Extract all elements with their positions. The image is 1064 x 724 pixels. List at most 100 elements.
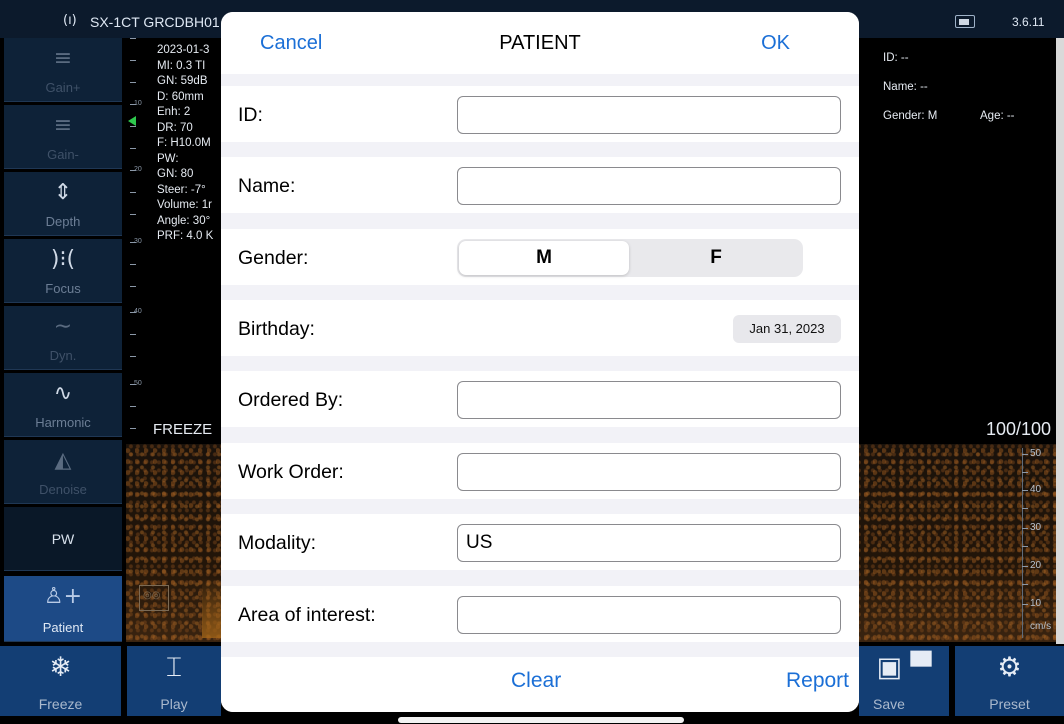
gain-minus-icon: ≡ xyxy=(53,113,73,138)
work-order-input[interactable] xyxy=(457,453,841,491)
velocity-tick-label: 40 xyxy=(1030,484,1042,495)
gender-m-option[interactable]: M xyxy=(459,241,629,275)
dyn-button[interactable]: ∼ Dyn. xyxy=(4,306,122,370)
scroll-track[interactable] xyxy=(1056,38,1064,644)
focus-button[interactable]: )⁝( Focus xyxy=(4,239,122,303)
save-icon: ▣ ▀ xyxy=(876,652,932,683)
gain-plus-button[interactable]: ≡ Gain+ xyxy=(4,38,122,102)
depth-tick-label: 40 xyxy=(134,308,142,315)
depth-icon: ⇕ xyxy=(53,180,73,205)
sample-volume-icon xyxy=(139,585,169,611)
wifi-icon: (ı) xyxy=(63,13,77,28)
work-order-row: Work Order: xyxy=(221,443,859,499)
harmonic-icon: ∿ xyxy=(53,381,73,406)
pw-label: PW xyxy=(51,531,75,547)
focus-icon: )⁝( xyxy=(50,247,76,272)
depth-tick-label: 20 xyxy=(134,166,142,173)
param-line: Steer: -7° xyxy=(157,183,206,196)
clear-button[interactable]: Clear xyxy=(511,669,561,693)
area-of-interest-label: Area of interest: xyxy=(238,604,376,626)
info-id: ID: -- xyxy=(883,52,909,64)
param-line: PW: xyxy=(157,152,179,165)
device-name: SX-1CT GRCDBH01 xyxy=(90,14,220,30)
id-input[interactable] xyxy=(457,96,841,134)
area-of-interest-input[interactable] xyxy=(457,596,841,634)
gender-segmented-control: M F xyxy=(457,239,803,277)
gain-plus-icon: ≡ xyxy=(53,46,73,71)
report-button[interactable]: Report xyxy=(786,669,849,693)
preset-button-label: Preset xyxy=(989,696,1030,712)
patient-icon: ♙+ xyxy=(43,584,83,609)
param-line: GN: 59dB xyxy=(157,75,208,87)
save-button[interactable]: ▣ ▀ Save xyxy=(859,646,949,716)
harmonic-label: Harmonic xyxy=(35,415,91,430)
play-button-label: Play xyxy=(160,696,188,712)
velocity-scale: 50 40 30 20 10 cm/s xyxy=(1018,448,1058,643)
snowflake-icon: ❄ xyxy=(49,652,72,683)
gear-icon: ⚙ xyxy=(997,652,1022,683)
depth-tick-label: 50 xyxy=(134,380,142,387)
focus-marker xyxy=(128,116,136,126)
ok-button[interactable]: OK xyxy=(761,32,790,55)
info-gender: Gender: M xyxy=(883,110,938,122)
gender-f-option[interactable]: F xyxy=(631,241,801,275)
harmonic-button[interactable]: ∿ Harmonic xyxy=(4,373,122,437)
depth-tick-label: 30 xyxy=(134,238,142,245)
depth-tick-label: 10 xyxy=(134,100,142,107)
velocity-unit: cm/s xyxy=(1030,621,1052,632)
save-button-label: Save xyxy=(873,696,905,712)
pw-button[interactable]: PW xyxy=(4,507,122,571)
freeze-button[interactable]: ❄ Freeze xyxy=(0,646,121,716)
preset-button[interactable]: ⚙ Preset xyxy=(955,646,1064,716)
param-line: Enh: 2 xyxy=(157,106,191,118)
dialog-header: Cancel PATIENT OK xyxy=(221,12,859,74)
play-icon: ⌶ xyxy=(165,652,183,683)
image-parameters: 2023-01-3 MI: 0.3 TI GN: 59dB D: 60mm En… xyxy=(157,43,227,245)
param-line: F: H10.0M xyxy=(157,137,211,149)
velocity-tick-label: 10 xyxy=(1030,598,1042,609)
patient-dialog: Cancel PATIENT OK ID: Name: Gender: M F … xyxy=(221,12,859,712)
name-row: Name: xyxy=(221,157,859,213)
denoise-icon: ◭ xyxy=(54,448,72,473)
param-line: D: 60mm xyxy=(157,90,204,103)
name-input[interactable] xyxy=(457,167,841,205)
area-of-interest-row: Area of interest: xyxy=(221,586,859,642)
depth-scale: 10 20 30 40 50 xyxy=(126,38,150,438)
velocity-tick-label: 50 xyxy=(1030,448,1042,459)
info-name: Name: -- xyxy=(883,81,928,93)
name-label: Name: xyxy=(238,175,296,197)
denoise-label: Denoise xyxy=(39,482,87,497)
velocity-tick-label: 20 xyxy=(1030,560,1042,571)
focus-label: Focus xyxy=(45,281,81,296)
id-row: ID: xyxy=(221,86,859,142)
param-line: GN: 80 xyxy=(157,168,194,180)
modality-label: Modality: xyxy=(238,532,317,554)
gain-minus-label: Gain- xyxy=(47,147,79,162)
param-line: Angle: 30° xyxy=(157,214,211,227)
home-indicator[interactable] xyxy=(398,717,684,723)
dyn-label: Dyn. xyxy=(49,348,77,363)
version-label: 3.6.11 xyxy=(1012,15,1045,29)
gain-minus-button[interactable]: ≡ Gain- xyxy=(4,105,122,169)
dyn-icon: ∼ xyxy=(53,314,73,339)
param-line: DR: 70 xyxy=(157,121,193,134)
denoise-button[interactable]: ◭ Denoise xyxy=(4,440,122,504)
patient-info-overlay: ID: -- Name: -- Gender: M Age: -- xyxy=(883,44,1015,131)
frame-counter: 100/100 xyxy=(986,419,1052,439)
work-order-label: Work Order: xyxy=(238,461,344,483)
gender-row: Gender: M F xyxy=(221,229,859,285)
modality-input[interactable] xyxy=(457,524,841,562)
velocity-tick-label: 30 xyxy=(1030,522,1042,533)
gain-plus-label: Gain+ xyxy=(45,80,81,95)
battery-icon xyxy=(955,15,975,28)
play-button[interactable]: ⌶ Play xyxy=(127,646,221,716)
ordered-by-input[interactable] xyxy=(457,381,841,419)
id-label: ID: xyxy=(238,104,263,126)
birthday-row: Birthday: Jan 31, 2023 xyxy=(221,300,859,356)
patient-label: Patient xyxy=(42,620,84,635)
freeze-button-label: Freeze xyxy=(38,696,83,712)
depth-button[interactable]: ⇕ Depth xyxy=(4,172,122,236)
birthday-date-picker[interactable]: Jan 31, 2023 xyxy=(733,315,841,343)
patient-button[interactable]: ♙+ Patient xyxy=(4,576,122,642)
param-line: MI: 0.3 TI xyxy=(157,59,206,72)
